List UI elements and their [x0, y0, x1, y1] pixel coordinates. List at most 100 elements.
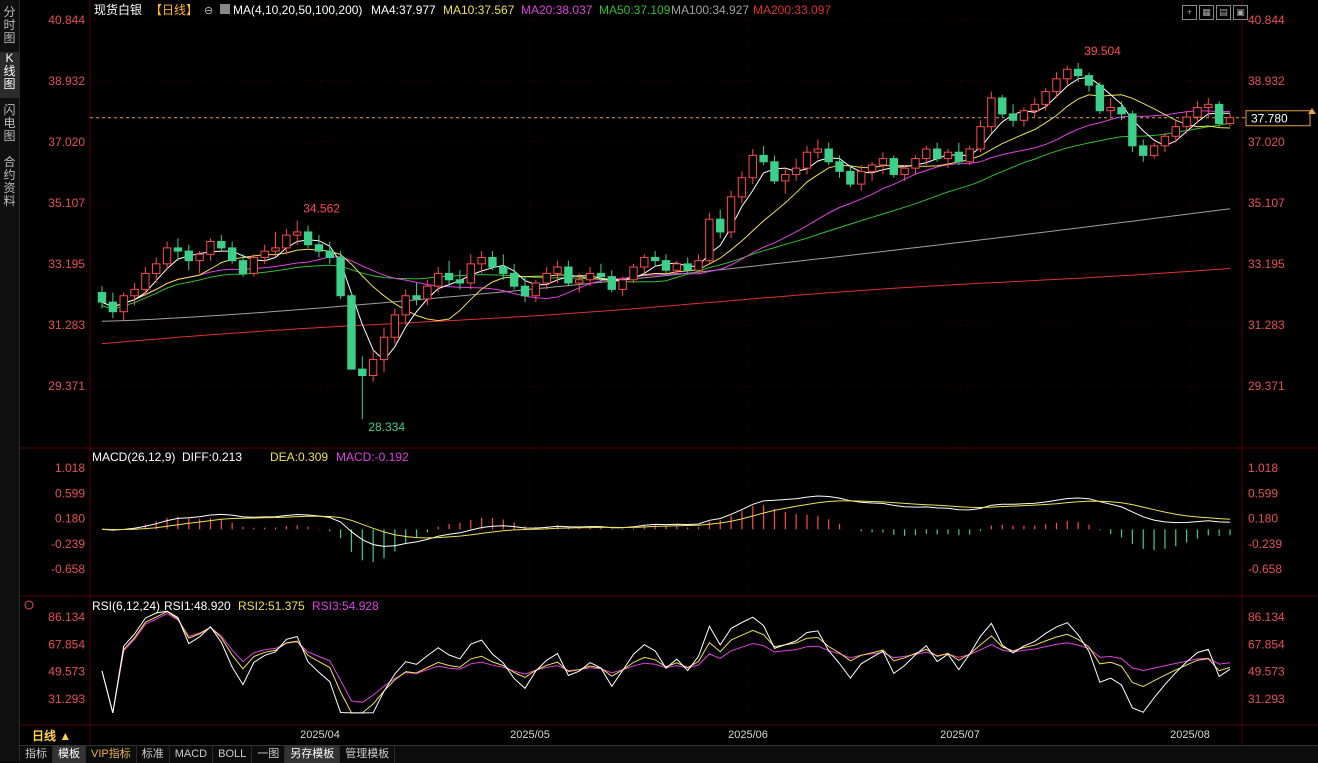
candle-body	[596, 272, 606, 278]
candle-body	[976, 126, 985, 150]
rsi-title: RSI(6,12,24)	[92, 599, 160, 613]
vip-indicator-button[interactable]: VIP指标	[86, 746, 137, 763]
candle-body	[488, 256, 497, 268]
macd-label-left: 0.180	[55, 512, 85, 526]
price-label-right: 29.371	[1248, 379, 1285, 393]
bottom-toolbar: 指标 模板 VIP指标 标准 MACD BOLL 一图 另存模板 管理模板	[20, 745, 1318, 763]
manage-template-button[interactable]: 管理模板	[340, 746, 396, 763]
candle-body	[477, 256, 486, 265]
instrument-name: 现货白银	[94, 2, 142, 17]
standard-button[interactable]: 标准	[137, 746, 170, 763]
ma-value: MA50:37.109	[599, 3, 671, 17]
candle-body	[650, 256, 660, 262]
candle-body	[618, 279, 627, 290]
candle-body	[835, 161, 844, 172]
period-tag-label: 日线	[32, 729, 57, 743]
period-tag[interactable]: 日线 ▲	[20, 728, 94, 744]
candle-body	[661, 260, 671, 271]
period-label: 【日线】	[150, 3, 198, 17]
ma-title: MA(4,10,20,50,100,200)	[233, 3, 362, 17]
candle-body	[943, 151, 953, 160]
candle-body	[1225, 117, 1235, 124]
candle-body	[184, 250, 193, 262]
close-icon[interactable]: ▣	[1233, 5, 1248, 20]
candle-body	[336, 256, 345, 297]
left-tab-bar: 分时图 K线图 闪电图 合约资料	[0, 0, 20, 762]
price-label-right: 37.020	[1248, 135, 1285, 149]
price-label-right: 38.932	[1248, 74, 1285, 88]
candle-body	[705, 218, 714, 262]
boll-button[interactable]: BOLL	[213, 746, 253, 763]
candle-body	[954, 151, 964, 163]
candle-body	[260, 250, 269, 258]
candle-body	[694, 260, 703, 271]
rsi-label-left: 31.293	[48, 692, 85, 706]
tab-contract-info[interactable]: 合约资料	[0, 156, 19, 212]
tab-kline[interactable]: K线图	[0, 52, 19, 98]
candle-body	[965, 148, 974, 163]
expand-icon[interactable]: +	[1182, 5, 1197, 20]
high-annotation: 39.504	[1084, 44, 1121, 58]
save-template-button[interactable]: 另存模板	[285, 746, 341, 763]
candle-body	[781, 174, 790, 182]
candle-body	[162, 247, 172, 265]
candle-body	[282, 234, 291, 249]
candle-body	[824, 148, 833, 163]
layout-icon[interactable]: ▤	[1216, 5, 1231, 20]
price-label-right: 33.195	[1248, 257, 1285, 271]
candle-body	[238, 260, 248, 274]
candle-body	[303, 231, 313, 246]
candle-body	[867, 164, 877, 172]
candle-body	[640, 256, 649, 268]
candle-body	[607, 276, 616, 290]
price-label-right: 40.844	[1248, 13, 1285, 27]
candle-body	[401, 295, 410, 316]
candle-body	[152, 263, 161, 274]
candle-body	[553, 266, 562, 274]
candle-body	[1182, 116, 1191, 128]
candle-body	[813, 148, 823, 153]
price-label-left: 31.283	[48, 318, 85, 332]
ma-value: MA10:37.567	[443, 3, 515, 17]
candle-body	[390, 314, 400, 338]
candle-body	[542, 272, 551, 284]
indicator-button[interactable]: 指标	[20, 746, 53, 763]
candle-body	[683, 263, 692, 271]
candle-body	[716, 218, 725, 233]
macd-button[interactable]: MACD	[170, 746, 214, 763]
x-axis-label: 2025/06	[728, 729, 768, 741]
candle-body	[520, 285, 530, 297]
macd-label-right: 0.180	[1248, 512, 1278, 526]
price-label-left: 37.020	[48, 135, 85, 149]
ma-value: MA200:33.097	[753, 3, 831, 17]
macd-dea: DEA:0.309	[270, 450, 328, 464]
macd-diff: DIFF:0.213	[182, 450, 242, 464]
candle-body	[1214, 103, 1224, 124]
candle-body	[900, 167, 909, 176]
kline-chart[interactable]: 40.844 40.844 38.932 38.932 37.020 37.020 35.1…	[20, 0, 1318, 745]
candle-body	[1139, 145, 1148, 156]
ma-value: MA20:38.037	[521, 3, 593, 17]
candle-body	[1193, 107, 1202, 118]
tab-intraday[interactable]: 分时图	[0, 6, 19, 46]
rsi1-value: RSI1:48.920	[164, 599, 231, 613]
candle-body	[1073, 68, 1083, 77]
one-chart-button[interactable]: 一图	[252, 746, 286, 763]
candle-body	[1030, 103, 1039, 112]
candle-body	[987, 97, 996, 128]
template-button[interactable]: 模板	[53, 746, 86, 763]
candle-body	[119, 295, 128, 313]
candle-body	[1106, 107, 1115, 112]
candle-body	[1041, 91, 1050, 105]
grid-icon[interactable]: ▦	[1199, 5, 1214, 20]
x-axis-label: 2025/04	[300, 729, 340, 741]
candle-body	[878, 158, 888, 166]
macd-label-left: -0.658	[51, 562, 85, 576]
tab-lightning[interactable]: 闪电图	[0, 104, 19, 150]
candle-body	[444, 272, 454, 281]
candle-body	[509, 272, 519, 287]
candle-body	[1052, 78, 1061, 93]
candle-body	[249, 256, 259, 274]
price-label-left: 33.195	[48, 257, 85, 271]
current-price-label: 37.780	[1251, 112, 1288, 126]
